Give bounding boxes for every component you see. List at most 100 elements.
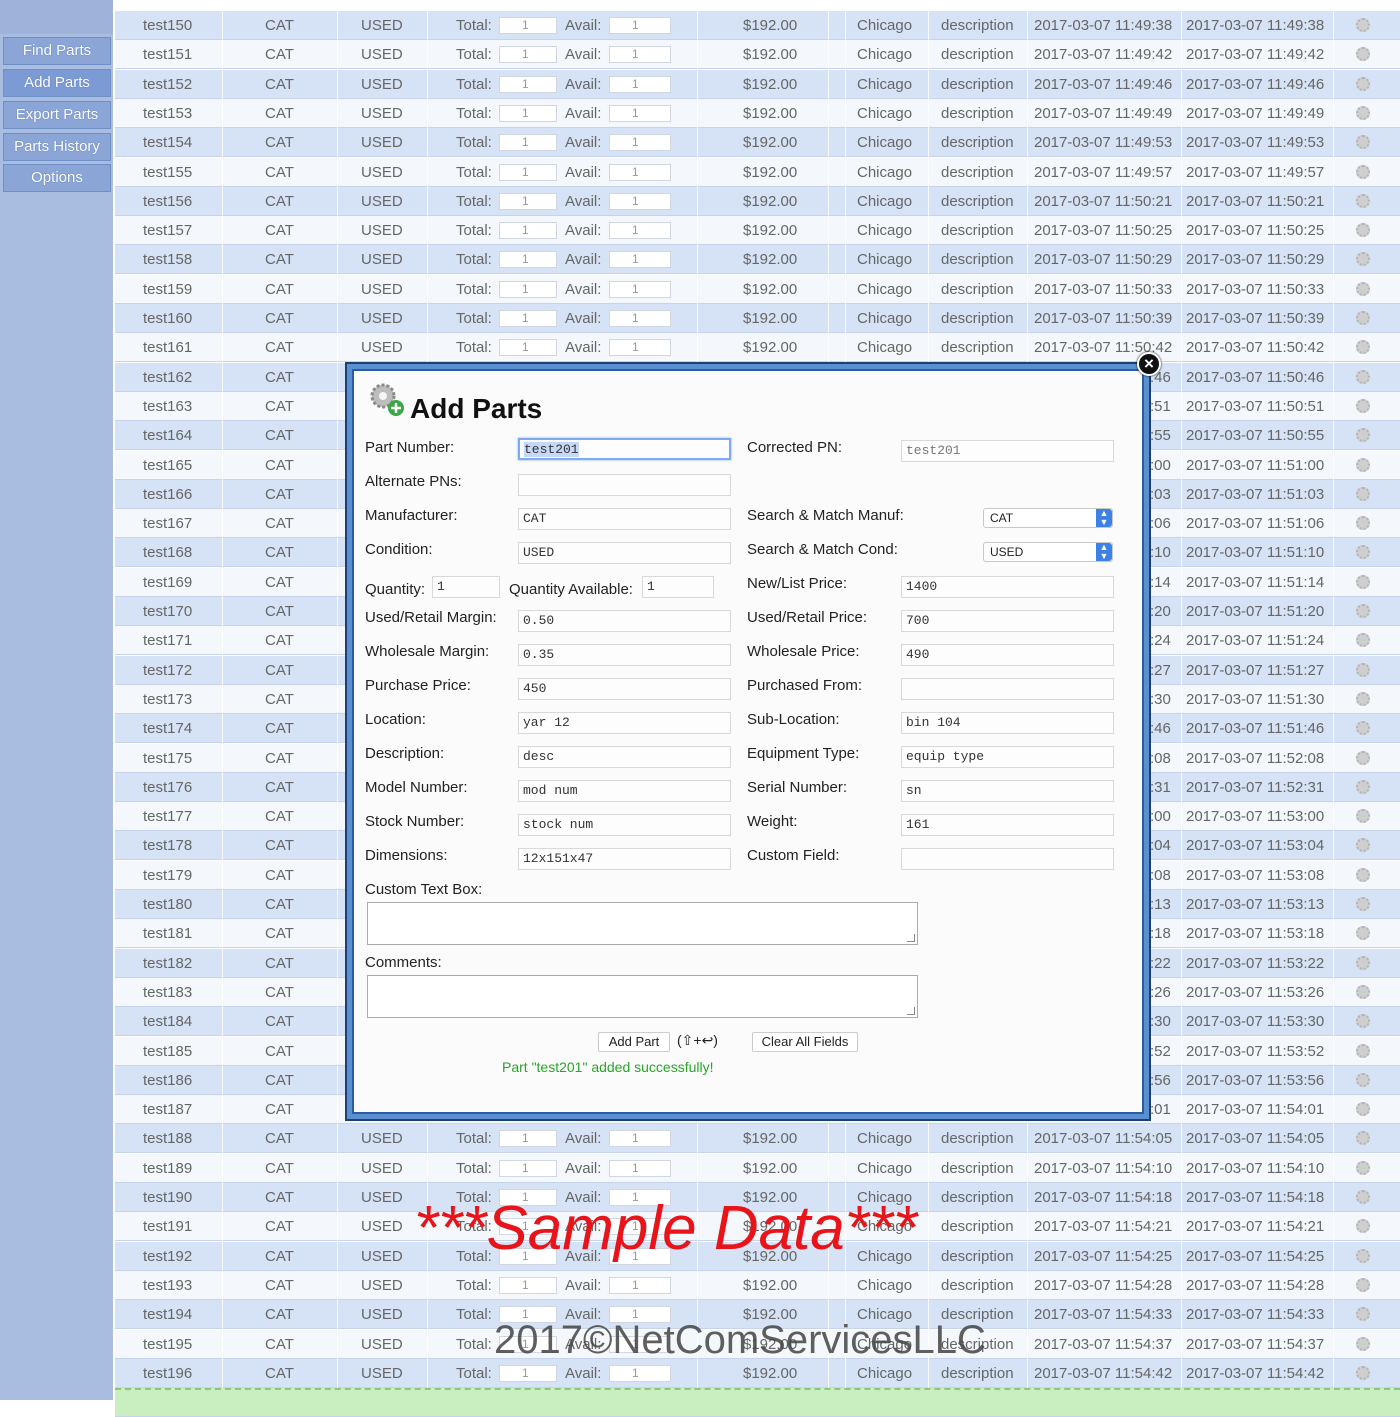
part-number-cell[interactable]: test157 (143, 216, 192, 245)
quantity-available-field[interactable]: 1 (642, 576, 714, 598)
edit-gear-icon[interactable] (1356, 223, 1370, 237)
part-number-cell[interactable]: test185 (143, 1037, 192, 1066)
part-number-cell[interactable]: test179 (143, 861, 192, 890)
edit-gear-icon[interactable] (1356, 1219, 1370, 1233)
edit-gear-icon[interactable] (1356, 18, 1370, 32)
total-qty-input[interactable]: 1 (499, 17, 557, 34)
avail-qty-input[interactable]: 1 (609, 134, 671, 151)
edit-gear-icon[interactable] (1356, 633, 1370, 647)
part-number-cell[interactable]: test151 (143, 40, 192, 69)
edit-gear-icon[interactable] (1356, 692, 1370, 706)
total-qty-input[interactable]: 1 (499, 193, 557, 210)
avail-qty-input[interactable]: 1 (609, 281, 671, 298)
part-number-cell[interactable]: test161 (143, 333, 192, 362)
purchase-price-field[interactable]: 450 (518, 678, 731, 700)
part-number-cell[interactable]: test158 (143, 245, 192, 274)
total-qty-input[interactable]: 1 (499, 281, 557, 298)
part-number-cell[interactable]: test166 (143, 480, 192, 509)
total-qty-input[interactable]: 1 (499, 1160, 557, 1177)
sidebar-item-parts-history[interactable]: Parts History (3, 133, 111, 161)
part-number-cell[interactable]: test186 (143, 1066, 192, 1095)
dimensions-field[interactable]: 12x151x47 (518, 848, 731, 870)
edit-gear-icon[interactable] (1356, 809, 1370, 823)
part-number-cell[interactable]: test168 (143, 538, 192, 567)
edit-gear-icon[interactable] (1356, 575, 1370, 589)
part-number-cell[interactable]: test152 (143, 70, 192, 99)
edit-gear-icon[interactable] (1356, 1131, 1370, 1145)
total-qty-input[interactable]: 1 (499, 251, 557, 268)
equipment-type-field[interactable]: equip type (901, 746, 1114, 768)
sidebar-item-add-parts[interactable]: Add Parts (3, 69, 111, 97)
edit-gear-icon[interactable] (1356, 340, 1370, 354)
sidebar-item-export-parts[interactable]: Export Parts (3, 101, 111, 129)
avail-qty-input[interactable]: 1 (609, 164, 671, 181)
total-qty-input[interactable]: 1 (499, 222, 557, 239)
part-number-field[interactable]: test201 (518, 438, 731, 460)
edit-gear-icon[interactable] (1356, 370, 1370, 384)
part-number-cell[interactable]: test156 (143, 187, 192, 216)
wholesale-price-field[interactable]: 490 (901, 644, 1114, 666)
part-number-cell[interactable]: test180 (143, 890, 192, 919)
total-qty-input[interactable]: 1 (499, 1277, 557, 1294)
edit-gear-icon[interactable] (1356, 135, 1370, 149)
part-number-cell[interactable]: test190 (143, 1183, 192, 1212)
edit-gear-icon[interactable] (1356, 487, 1370, 501)
part-number-cell[interactable]: test160 (143, 304, 192, 333)
part-number-cell[interactable]: test169 (143, 568, 192, 597)
part-number-cell[interactable]: test189 (143, 1154, 192, 1183)
part-number-cell[interactable]: test195 (143, 1330, 192, 1359)
avail-qty-input[interactable]: 1 (609, 310, 671, 327)
edit-gear-icon[interactable] (1356, 1366, 1370, 1380)
avail-qty-input[interactable]: 1 (609, 1365, 671, 1382)
custom-text-box[interactable] (367, 902, 918, 945)
manufacturer-field[interactable]: CAT (518, 508, 731, 530)
avail-qty-input[interactable]: 1 (609, 251, 671, 268)
part-number-cell[interactable]: test181 (143, 919, 192, 948)
total-qty-input[interactable]: 1 (499, 76, 557, 93)
edit-gear-icon[interactable] (1356, 926, 1370, 940)
part-number-cell[interactable]: test171 (143, 626, 192, 655)
part-number-cell[interactable]: test174 (143, 714, 192, 743)
avail-qty-input[interactable]: 1 (609, 222, 671, 239)
edit-gear-icon[interactable] (1356, 77, 1370, 91)
part-number-cell[interactable]: test193 (143, 1271, 192, 1300)
alternate-pns-field[interactable] (518, 474, 731, 496)
stock-number-field[interactable]: stock num (518, 814, 731, 836)
total-qty-input[interactable]: 1 (499, 339, 557, 356)
edit-gear-icon[interactable] (1356, 458, 1370, 472)
total-qty-input[interactable]: 1 (499, 1365, 557, 1382)
part-number-cell[interactable]: test155 (143, 158, 192, 187)
match-manuf-select[interactable]: CAT ▲ ▼ (983, 508, 1113, 528)
edit-gear-icon[interactable] (1356, 252, 1370, 266)
edit-gear-icon[interactable] (1356, 545, 1370, 559)
total-qty-input[interactable]: 1 (499, 310, 557, 327)
avail-qty-input[interactable]: 1 (609, 105, 671, 122)
location-field[interactable]: yar 12 (518, 712, 731, 734)
total-qty-input[interactable]: 1 (499, 134, 557, 151)
quantity-field[interactable]: 1 (432, 576, 500, 598)
part-number-cell[interactable]: test182 (143, 949, 192, 978)
edit-gear-icon[interactable] (1356, 311, 1370, 325)
avail-qty-input[interactable]: 1 (609, 193, 671, 210)
part-number-cell[interactable]: test187 (143, 1095, 192, 1124)
edit-gear-icon[interactable] (1356, 194, 1370, 208)
edit-gear-icon[interactable] (1356, 1337, 1370, 1351)
custom-field[interactable] (901, 848, 1114, 870)
part-number-cell[interactable]: test188 (143, 1124, 192, 1153)
edit-gear-icon[interactable] (1356, 165, 1370, 179)
model-number-field[interactable]: mod num (518, 780, 731, 802)
edit-gear-icon[interactable] (1356, 663, 1370, 677)
serial-number-field[interactable]: sn (901, 780, 1114, 802)
close-icon[interactable]: × (1137, 352, 1161, 376)
condition-field[interactable]: USED (518, 542, 731, 564)
part-number-cell[interactable]: test150 (143, 11, 192, 40)
edit-gear-icon[interactable] (1356, 428, 1370, 442)
part-number-cell[interactable]: test163 (143, 392, 192, 421)
avail-qty-input[interactable]: 1 (609, 46, 671, 63)
edit-gear-icon[interactable] (1356, 1102, 1370, 1116)
total-qty-input[interactable]: 1 (499, 46, 557, 63)
wholesale-margin-field[interactable]: 0.35 (518, 644, 731, 666)
add-part-button[interactable]: Add Part (598, 1032, 670, 1052)
avail-qty-input[interactable]: 1 (609, 339, 671, 356)
edit-gear-icon[interactable] (1356, 1249, 1370, 1263)
